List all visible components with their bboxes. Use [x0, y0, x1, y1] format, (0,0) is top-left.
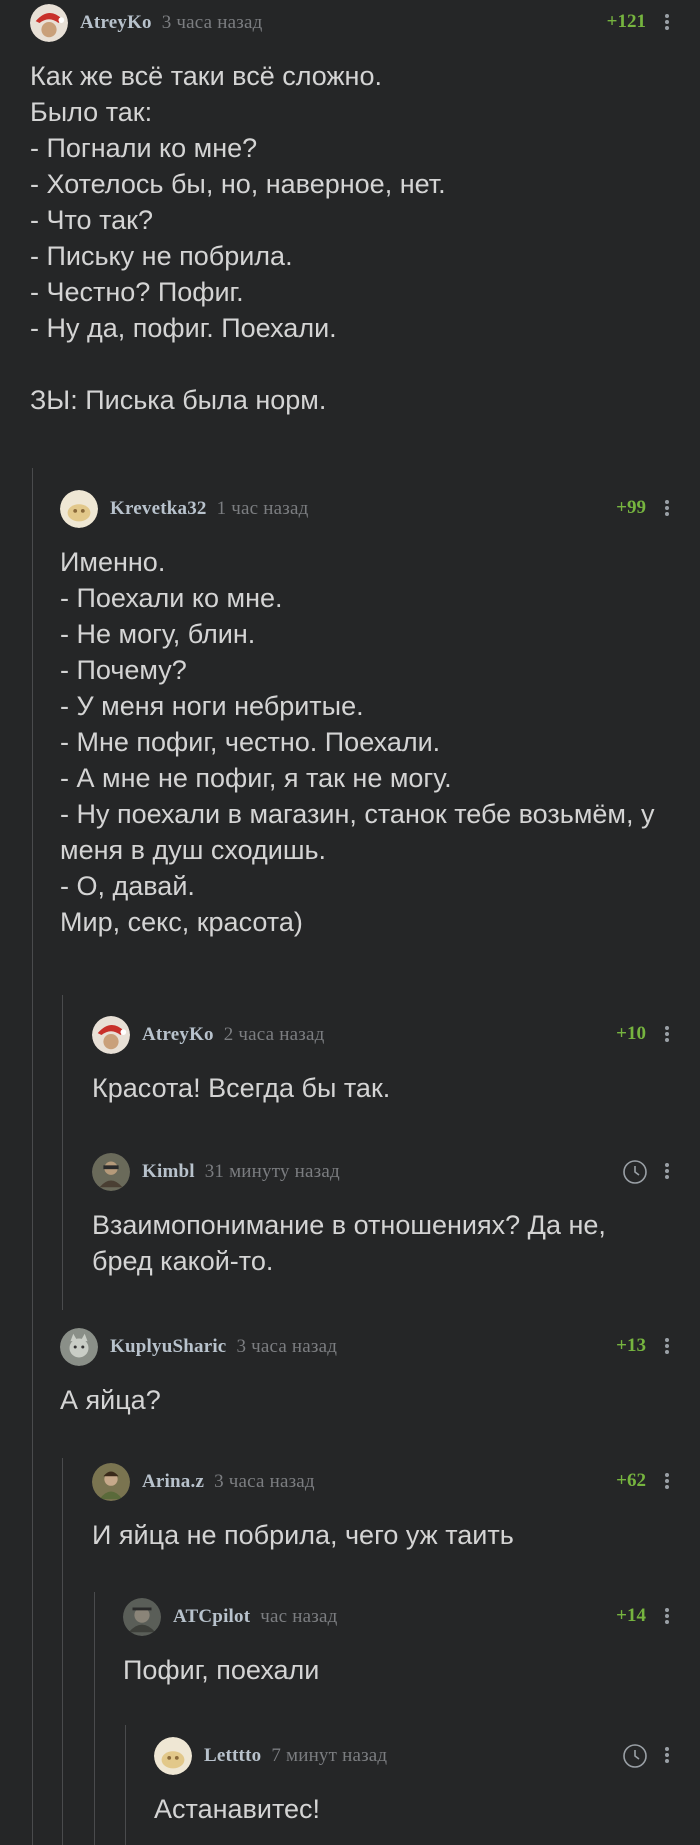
vertical-ellipsis-icon[interactable] — [664, 1337, 670, 1355]
comment-author[interactable]: AtreyKo 3 часа назад — [80, 12, 262, 34]
comment-rating: +10 — [616, 1023, 646, 1044]
vertical-ellipsis-icon[interactable] — [664, 1025, 670, 1043]
clock-icon — [623, 1744, 647, 1768]
comment-rating: +121 — [606, 11, 646, 32]
avatar[interactable] — [154, 1737, 192, 1775]
thread-line-level-3 — [94, 1592, 95, 1845]
comment-rating: +14 — [616, 1605, 646, 1626]
comment-time: 2 часа назад — [223, 1024, 325, 1045]
avatar[interactable] — [92, 1016, 130, 1054]
avatar[interactable] — [123, 1598, 161, 1636]
avatar[interactable] — [92, 1153, 130, 1191]
thread-line-level-1 — [32, 468, 33, 1845]
comment-time: 3 часа назад — [214, 1471, 315, 1492]
comment: Arina.z 3 часа назад +62 И яйца не побрил… — [92, 1463, 670, 1553]
comment-time: 7 минут назад — [271, 1745, 388, 1766]
comment-time: 1 час назад — [216, 498, 309, 519]
avatar[interactable] — [60, 490, 98, 528]
comment-time: час назад — [260, 1606, 338, 1627]
comment-author[interactable]: Letttto 7 минут назад — [204, 1745, 387, 1767]
comment-text: Взаимопонимание в отношениях? Да не, бре… — [92, 1210, 606, 1276]
comment: Kimbl 31 минуту назад Взаимопонимание в о… — [92, 1153, 670, 1279]
comment-text: А яйца? — [60, 1385, 161, 1415]
thread-line-level-4 — [125, 1725, 126, 1845]
avatar[interactable] — [30, 4, 68, 42]
vertical-ellipsis-icon[interactable] — [664, 499, 670, 517]
comment-text: Именно. - Поехали ко мне. - Не могу, бли… — [60, 547, 655, 937]
comment-time: 31 минуту назад — [204, 1161, 340, 1182]
comment-rating: +99 — [616, 497, 646, 518]
vertical-ellipsis-icon[interactable] — [664, 13, 670, 31]
comment-rating: +13 — [616, 1335, 646, 1356]
comment-author[interactable]: ATCpilot час назад — [173, 1606, 337, 1628]
thread-line-level-2 — [62, 995, 63, 1310]
comment-author[interactable]: Kimbl 31 минуту назад — [142, 1161, 340, 1183]
comment-author[interactable]: Krevetka32 1 час назад — [110, 498, 308, 520]
vertical-ellipsis-icon[interactable] — [664, 1472, 670, 1490]
comment-text: Красота! Всегда бы так. — [92, 1073, 391, 1103]
comment-author[interactable]: KuplyuSharic 3 часа назад — [110, 1336, 337, 1358]
comment-rating: +62 — [616, 1470, 646, 1491]
thread-line-level-2b — [62, 1458, 63, 1845]
comment-author[interactable]: AtreyKo 2 часа назад — [142, 1024, 324, 1046]
vertical-ellipsis-icon[interactable] — [664, 1607, 670, 1625]
comment: Letttto 7 минут назад Астанавитес! — [154, 1737, 670, 1827]
comment-text: Как же всё таки всё сложно. Было так: - … — [30, 61, 446, 415]
comment-time: 3 часа назад — [161, 12, 263, 33]
vertical-ellipsis-icon[interactable] — [664, 1746, 670, 1764]
vertical-ellipsis-icon[interactable] — [664, 1162, 670, 1180]
comment: AtreyKo 3 часа назад +121 Как же всё таки… — [30, 4, 670, 418]
avatar[interactable] — [60, 1328, 98, 1366]
comment: Krevetka32 1 час назад +99 Именно. - Поех… — [60, 490, 670, 940]
avatar[interactable] — [92, 1463, 130, 1501]
comment-text: Астанавитес! — [154, 1794, 321, 1824]
comment-time: 3 часа назад — [236, 1336, 338, 1357]
comment: ATCpilot час назад +14 Пофиг, поехали — [123, 1598, 670, 1688]
comment-author[interactable]: Arina.z 3 часа назад — [142, 1471, 315, 1493]
comment: KuplyuSharic 3 часа назад +13 А яйца? — [60, 1328, 670, 1418]
comment-text: И яйца не побрила, чего уж таить — [92, 1520, 514, 1550]
clock-icon — [623, 1160, 647, 1184]
comment: AtreyKo 2 часа назад +10 Красота! Всегда … — [92, 1016, 670, 1106]
comment-text: Пофиг, поехали — [123, 1655, 320, 1685]
